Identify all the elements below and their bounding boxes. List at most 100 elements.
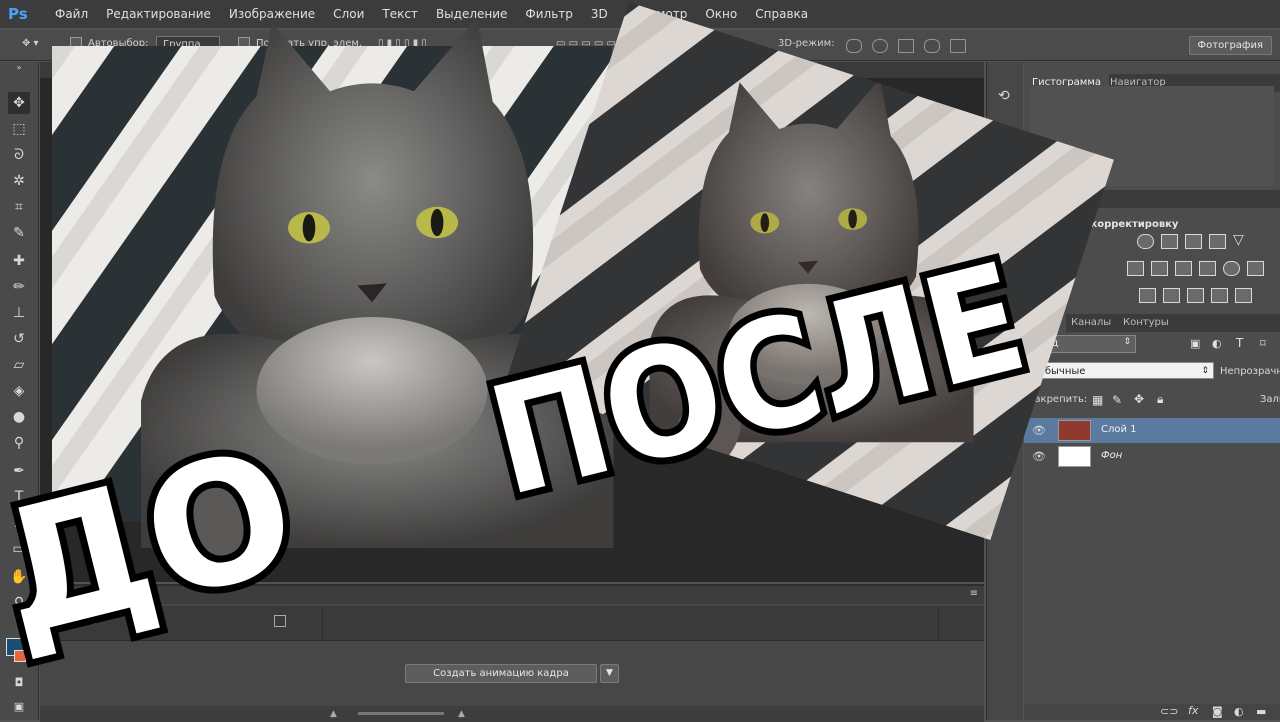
marquee-tool-icon[interactable]: ⬚ — [8, 118, 30, 140]
curves-adjustment-icon[interactable] — [1185, 234, 1202, 249]
tab-layers[interactable]: Слои — [1024, 314, 1066, 332]
filter-pixel-icon[interactable]: ▣ — [1190, 337, 1200, 350]
menu-view[interactable]: Просмотр — [617, 0, 697, 28]
hand-tool-icon[interactable]: ✋ — [8, 566, 30, 588]
layer-mask-icon[interactable]: ◙ — [1212, 705, 1223, 718]
invert-adjustment-icon[interactable] — [1139, 288, 1156, 303]
black-white-adjustment-icon[interactable] — [1175, 261, 1192, 276]
hue-saturation-adjustment-icon[interactable] — [1127, 261, 1144, 276]
move-tool-icon[interactable]: ✥ — [8, 92, 30, 114]
lock-all-icon[interactable]: 🔒︎ — [1157, 392, 1163, 407]
threshold-adjustment-icon[interactable] — [1187, 288, 1204, 303]
3d-rotate-icon[interactable] — [846, 39, 862, 53]
history-panel-icon[interactable]: ⟲ — [998, 88, 1010, 104]
render-video-icon[interactable] — [274, 615, 286, 627]
eraser-tool-icon[interactable]: ▱ — [8, 354, 30, 376]
menu-3d[interactable]: 3D — [582, 0, 617, 28]
menu-filter[interactable]: Фильтр — [516, 0, 581, 28]
layer-row[interactable]: 👁︎ Слой 1 — [1024, 418, 1280, 443]
levels-adjustment-icon[interactable] — [1161, 234, 1178, 249]
visibility-eye-icon[interactable]: 👁︎ — [1032, 450, 1046, 463]
paint-bucket-tool-icon[interactable]: ◈ — [8, 380, 30, 402]
tab-channels[interactable]: Каналы — [1071, 317, 1111, 328]
lasso-tool-icon[interactable]: ᘐ — [8, 144, 30, 166]
link-layers-icon[interactable]: ⊂⊃ — [1160, 705, 1178, 718]
auto-select-checkbox[interactable] — [70, 37, 82, 49]
channel-mixer-adjustment-icon[interactable] — [1223, 261, 1240, 276]
distribute-icons[interactable]: ▭ ▭ ▭ ▭ ▭ ▭ — [556, 36, 629, 52]
document-canvas-area[interactable] — [40, 62, 984, 582]
menu-edit[interactable]: Редактирование — [97, 0, 220, 28]
layer-filter-dropdown[interactable]: Вид ⇕ — [1032, 335, 1136, 353]
move-tool-preset-icon[interactable]: ✥ ▾ — [22, 36, 39, 52]
photo-filter-adjustment-icon[interactable] — [1199, 261, 1216, 276]
menu-window[interactable]: Окно — [696, 0, 746, 28]
magic-wand-tool-icon[interactable]: ✲ — [8, 170, 30, 192]
color-lookup-adjustment-icon[interactable] — [1247, 261, 1264, 276]
blend-mode-dropdown[interactable]: Обычные ⇕ — [1030, 362, 1214, 379]
timeline-zoom-slider[interactable] — [358, 712, 444, 715]
timeline-menu-icon[interactable]: ≡ — [970, 588, 978, 599]
filter-shape-icon[interactable]: ⌑ — [1260, 337, 1266, 350]
auto-select-dropdown[interactable]: Группа — [156, 36, 220, 53]
menu-image[interactable]: Изображение — [220, 0, 324, 28]
timeline-title[interactable]: Шкала времени — [66, 588, 150, 599]
blur-tool-icon[interactable]: ● — [8, 406, 30, 428]
eyedropper-tool-icon[interactable]: ✎ — [8, 222, 30, 244]
rectangle-tool-icon[interactable]: ▭ — [8, 538, 30, 560]
play-icon[interactable]: ▶ — [140, 615, 148, 626]
visibility-eye-icon[interactable]: 👁︎ — [1032, 424, 1046, 437]
dodge-tool-icon[interactable]: ⚲ — [8, 432, 30, 454]
history-brush-tool-icon[interactable]: ↺ — [8, 328, 30, 350]
first-frame-icon[interactable]: ◀◀ — [80, 615, 95, 626]
lock-image-icon[interactable]: ✎ — [1112, 393, 1122, 407]
lock-position-icon[interactable]: ✥ — [1134, 392, 1144, 406]
tab-paths[interactable]: Контуры — [1123, 317, 1169, 328]
workspace-switcher[interactable]: Фотография — [1188, 36, 1272, 55]
create-frame-animation-button[interactable]: Создать анимацию кадра — [405, 664, 597, 683]
tab-correction[interactable]: Коррекция — [1024, 190, 1098, 208]
path-selection-tool-icon[interactable]: ➤ — [8, 512, 30, 534]
lock-transparent-icon[interactable]: ▦ — [1092, 393, 1103, 407]
menu-file[interactable]: Файл — [46, 0, 97, 28]
crop-tool-icon[interactable]: ⌗ — [8, 196, 30, 218]
menu-help[interactable]: Справка — [746, 0, 817, 28]
healing-brush-tool-icon[interactable]: ✚ — [8, 250, 30, 272]
background-color-swatch[interactable] — [14, 650, 26, 662]
brush-tool-icon[interactable]: ✏ — [8, 276, 30, 298]
new-group-icon[interactable]: ▬ — [1256, 705, 1266, 718]
color-balance-adjustment-icon[interactable] — [1151, 261, 1168, 276]
filter-type-icon[interactable]: T — [1236, 336, 1243, 350]
brightness-adjustment-icon[interactable] — [1137, 234, 1154, 249]
gradient-map-adjustment-icon[interactable] — [1235, 288, 1252, 303]
zoom-tool-icon[interactable]: ⚲ — [8, 592, 30, 614]
menu-select[interactable]: Выделение — [427, 0, 516, 28]
show-controls-checkbox[interactable] — [238, 37, 250, 49]
quick-mask-icon[interactable]: ◘ — [8, 672, 30, 694]
type-tool-icon[interactable]: T — [8, 486, 30, 508]
layer-row[interactable]: 👁︎ Фон — [1024, 444, 1280, 469]
3d-roll-icon[interactable] — [872, 39, 888, 53]
vibrance-adjustment-icon[interactable]: ▽ — [1233, 233, 1248, 247]
screen-mode-icon[interactable]: ▣ — [8, 696, 30, 718]
auto-select-option[interactable]: Автовыбор: — [70, 36, 148, 52]
create-animation-dropdown-icon[interactable]: ▼ — [600, 664, 619, 683]
3d-slide-icon[interactable] — [924, 39, 940, 53]
selective-color-adjustment-icon[interactable] — [1211, 288, 1228, 303]
posterize-adjustment-icon[interactable] — [1163, 288, 1180, 303]
layer-style-icon[interactable]: fx — [1188, 704, 1198, 717]
show-controls-option[interactable]: Показать упр. элем. — [238, 36, 362, 52]
3d-pan-icon[interactable] — [898, 39, 914, 53]
zoom-out-icon[interactable]: ▲ — [330, 709, 337, 719]
exposure-adjustment-icon[interactable] — [1209, 234, 1226, 249]
3d-camera-icon[interactable] — [950, 39, 966, 53]
menu-type[interactable]: Текст — [373, 0, 427, 28]
menu-layers[interactable]: Слои — [324, 0, 373, 28]
new-adjustment-layer-icon[interactable]: ◐ — [1234, 705, 1244, 718]
clone-stamp-tool-icon[interactable]: ⊥ — [8, 302, 30, 324]
zoom-in-icon[interactable]: ▲ — [458, 709, 465, 719]
filter-adjustment-icon[interactable]: ◐ — [1212, 337, 1222, 350]
tools-collapse-icon[interactable]: » — [8, 62, 30, 74]
align-icons[interactable]: ▯ ▮ ▯ ▯ ▮ ▯ — [378, 36, 427, 52]
pen-tool-icon[interactable]: ✒ — [8, 460, 30, 482]
